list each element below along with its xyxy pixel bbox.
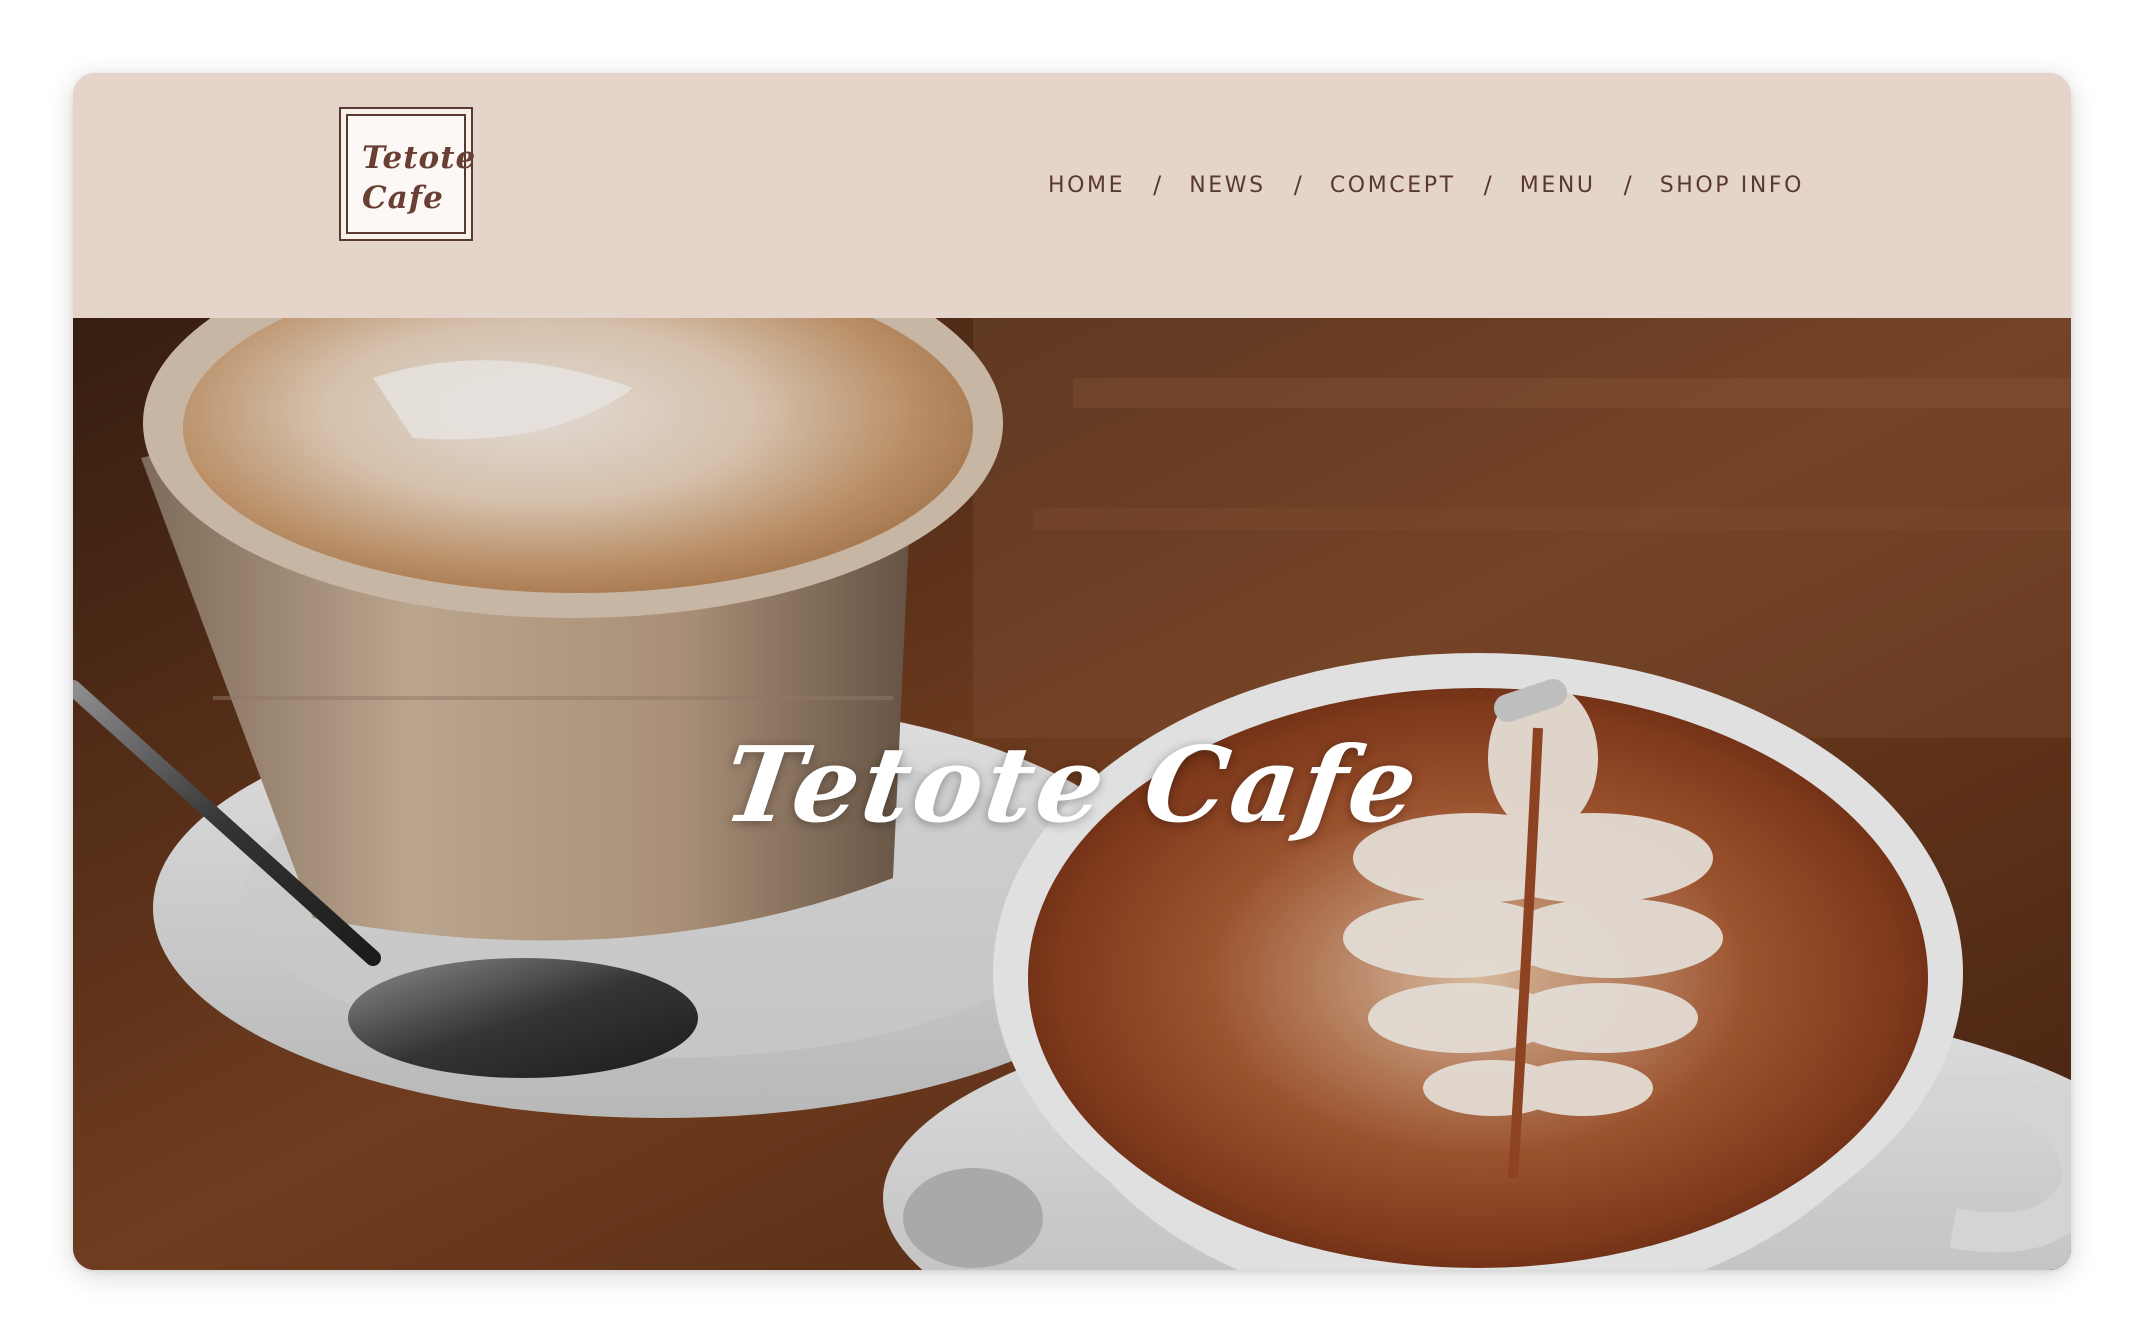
hero-section: Tetote Cafe xyxy=(73,318,2071,1270)
logo-line-1: Tetote xyxy=(362,140,477,176)
site-logo[interactable]: Tetote Cafe xyxy=(339,107,475,241)
logo-line-2: Cafe xyxy=(362,180,444,216)
nav-home-link[interactable]: HOME xyxy=(1048,173,1125,198)
logo-inner-border: Tetote Cafe xyxy=(346,114,475,234)
browser-frame: Tetote Cafe HOME / NEWS / COMCEPT / MENU… xyxy=(73,73,2071,1270)
nav-shop-info-link[interactable]: SHOP INFO xyxy=(1660,173,1804,198)
nav-separator: / xyxy=(1623,171,1632,199)
nav-separator: / xyxy=(1483,171,1492,199)
nav-separator: / xyxy=(1153,171,1162,199)
nav-concept-link[interactable]: COMCEPT xyxy=(1330,173,1456,198)
site-header: Tetote Cafe HOME / NEWS / COMCEPT / MENU… xyxy=(73,73,2071,318)
nav-separator: / xyxy=(1293,171,1302,199)
hero-title: Tetote Cafe xyxy=(716,723,1428,846)
nav-menu-link[interactable]: MENU xyxy=(1520,173,1596,198)
main-nav: HOME / NEWS / COMCEPT / MENU / SHOP INFO xyxy=(1048,165,1804,205)
nav-news-link[interactable]: NEWS xyxy=(1189,173,1265,198)
logo-text: Tetote Cafe xyxy=(362,138,476,218)
